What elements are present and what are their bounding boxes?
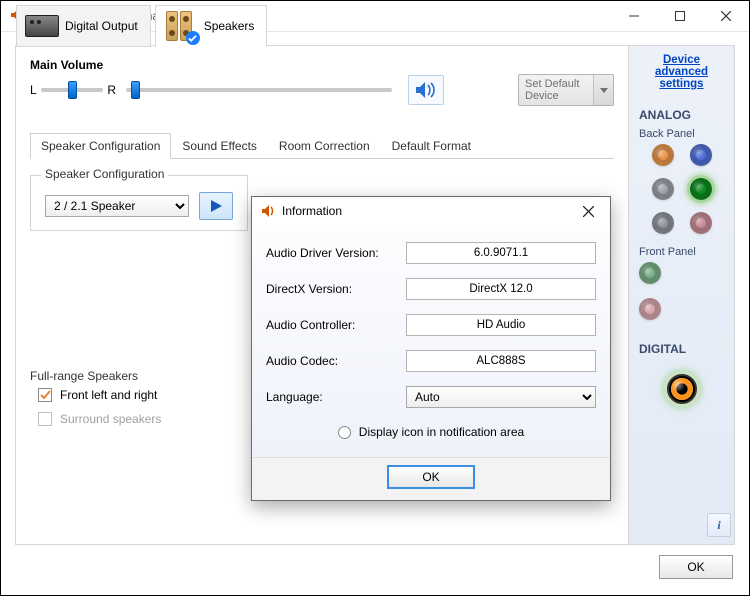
tab-sound-effects[interactable]: Sound Effects [171, 133, 268, 159]
balance-slider[interactable]: L R [30, 83, 116, 97]
language-select[interactable]: Auto [406, 386, 596, 408]
info-key-codec: Audio Codec: [266, 354, 406, 368]
sidebar: Device advanced settings ANALOG Back Pan… [628, 46, 734, 544]
jack-green[interactable] [690, 178, 712, 200]
dialog-icon [260, 203, 276, 219]
jack-orange[interactable] [652, 144, 674, 166]
info-val-controller: HD Audio [406, 314, 596, 336]
balance-right-label: R [107, 83, 116, 97]
maximize-button[interactable] [657, 1, 703, 32]
device-advanced-link[interactable]: Device advanced settings [629, 54, 734, 90]
jack-digital[interactable] [667, 374, 697, 404]
digital-header: DIGITAL [629, 342, 734, 356]
tab-default-format[interactable]: Default Format [381, 133, 482, 159]
back-panel-jacks [629, 140, 734, 238]
tab-label: Speakers [204, 19, 255, 33]
dac-icon [25, 15, 59, 37]
front-panel-label: Front Panel [629, 246, 734, 258]
volume-slider[interactable] [126, 88, 392, 92]
back-panel-label: Back Panel [629, 128, 734, 140]
info-button[interactable]: i [707, 513, 731, 537]
set-default-button[interactable]: Set Default Device [518, 74, 614, 106]
info-key-driver: Audio Driver Version: [266, 246, 406, 260]
jack-front-pink[interactable] [639, 298, 661, 320]
tab-label: Digital Output [65, 19, 138, 33]
tab-speakers[interactable]: Speakers [155, 5, 268, 47]
speaker-config-group: Speaker Configuration 2 / 2.1 Speaker [30, 175, 248, 231]
speaker-config-select[interactable]: 2 / 2.1 Speaker [45, 195, 189, 217]
front-panel-jacks [629, 258, 734, 324]
chevron-down-icon[interactable] [593, 75, 613, 105]
jack-blue[interactable] [690, 144, 712, 166]
dialog-ok-button[interactable]: OK [388, 466, 474, 488]
main-volume-label: Main Volume [30, 58, 614, 72]
information-dialog: Information Audio Driver Version: 6.0.90… [251, 196, 611, 501]
minimize-button[interactable] [611, 1, 657, 32]
play-test-button[interactable] [199, 192, 233, 220]
checkbox-surround [38, 412, 52, 426]
dialog-title: Information [282, 204, 566, 218]
tray-label: Display icon in notification area [359, 425, 524, 439]
tray-radio[interactable] [338, 426, 351, 439]
checkbox-front[interactable] [38, 388, 52, 402]
group-legend: Speaker Configuration [41, 167, 168, 181]
balance-left-label: L [30, 83, 37, 97]
full-range-legend: Full-range Speakers [30, 369, 144, 383]
jack-pink[interactable] [690, 212, 712, 234]
mute-button[interactable] [408, 75, 444, 105]
inner-tabstrip: Speaker Configuration Sound Effects Room… [30, 132, 614, 159]
tab-room-correction[interactable]: Room Correction [268, 133, 381, 159]
checkbox-front-label: Front left and right [60, 388, 157, 402]
tab-digital-output[interactable]: Digital Output [16, 5, 151, 47]
info-val-driver: 6.0.9071.1 [406, 242, 596, 264]
tab-speaker-configuration[interactable]: Speaker Configuration [30, 133, 171, 159]
info-key-language: Language: [266, 390, 406, 404]
jack-grey[interactable] [652, 178, 674, 200]
info-val-codec: ALC888S [406, 350, 596, 372]
checkbox-surround-label: Surround speakers [60, 412, 161, 426]
jack-grey2[interactable] [652, 212, 674, 234]
info-key-directx: DirectX Version: [266, 282, 406, 296]
info-key-controller: Audio Controller: [266, 318, 406, 332]
analog-header: ANALOG [629, 108, 734, 122]
window-ok-button[interactable]: OK [659, 555, 733, 579]
dialog-close-button[interactable] [572, 199, 604, 223]
close-button[interactable] [703, 1, 749, 32]
jack-front-green[interactable] [639, 262, 661, 284]
speakers-icon [164, 9, 198, 43]
info-val-directx: DirectX 12.0 [406, 278, 596, 300]
